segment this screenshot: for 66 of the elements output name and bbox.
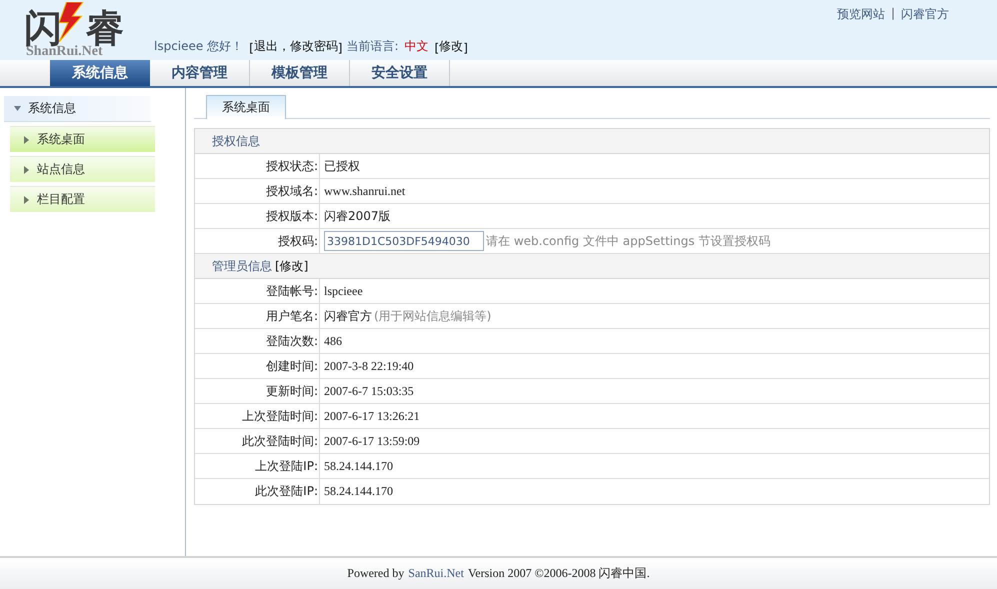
nav-tab[interactable]: 内容管理 — [150, 60, 250, 86]
field-value: www.shanrui.net — [324, 184, 406, 198]
field-value: 已授权 — [324, 158, 360, 174]
header-text: lspcieee 您好！ — [154, 38, 244, 55]
sidebar-item[interactable]: 站点信息 — [10, 156, 155, 182]
field-label: 授权版本: — [195, 204, 320, 228]
separator-text: | — [890, 6, 895, 22]
field-value: 2007-3-8 22:19:40 — [324, 358, 414, 374]
logo: 闪睿 ShanRui.Net — [22, 2, 122, 60]
footer-text: Version 2007 ©2006-2008 闪睿中国. — [468, 565, 650, 582]
content-tab[interactable]: 系统桌面 — [206, 95, 286, 119]
caret-right-icon — [24, 136, 29, 144]
field-label: 用户笔名: — [195, 304, 320, 328]
sidebar-title: 系统信息 — [28, 100, 76, 117]
top-link[interactable]: 闪睿官方 — [901, 6, 949, 23]
field-label: 此次登陆时间: — [195, 429, 320, 453]
field-value: 2007-6-7 15:03:35 — [324, 384, 414, 398]
sidebar-header[interactable]: 系统信息 — [4, 96, 151, 122]
top-link[interactable]: 预览网站 — [836, 6, 885, 23]
field-value: 58.24.144.170 — [324, 484, 393, 499]
header-text: ， — [278, 38, 290, 55]
field-value: lspcieee — [324, 284, 363, 298]
field-label: 授权状态: — [195, 154, 320, 178]
caret-right-icon — [24, 196, 29, 204]
field-label: 创建时间: — [195, 354, 320, 378]
sidebar-item-label: 系统桌面 — [37, 131, 85, 148]
field-value: 486 — [324, 334, 342, 348]
section-title: 管理员信息 — [212, 258, 272, 274]
license-code-field[interactable]: 33981D1C503DF5494030 — [324, 231, 484, 251]
field-label: 授权码: — [195, 229, 320, 253]
footer-link[interactable]: SanRui.Net — [408, 566, 464, 581]
header-text: 当前语言: — [346, 38, 399, 55]
nav-tab[interactable]: 系统信息 — [50, 60, 150, 86]
field-value: 闪睿官方 — [324, 308, 372, 324]
header-text: ] — [463, 41, 468, 55]
sidebar-item[interactable]: 系统桌面 — [10, 126, 155, 152]
field-note: 请在 web.config 文件中 appSettings 节设置授权码 — [486, 232, 770, 250]
caret-right-icon — [24, 166, 29, 174]
sidebar-item-label: 站点信息 — [37, 161, 85, 178]
field-value: 2007-6-17 13:59:09 — [324, 434, 420, 448]
field-value: 2007-6-17 13:26:21 — [324, 408, 420, 424]
footer-text: Powered by — [347, 566, 404, 581]
field-label: 登陆帐号: — [195, 279, 320, 303]
edit-link[interactable]: [修改] — [275, 258, 308, 274]
nav-tab[interactable]: 安全设置 — [350, 60, 450, 86]
field-label: 授权域名: — [195, 179, 320, 203]
sidebar-item-label: 栏目配置 — [37, 191, 85, 208]
field-label: 上次登陆IP: — [195, 454, 320, 478]
field-label: 更新时间: — [195, 379, 320, 403]
nav-tab[interactable]: 模板管理 — [250, 60, 350, 86]
header-text: [ — [249, 41, 254, 55]
caret-down-icon — [14, 106, 21, 111]
language-value: 中文 — [404, 38, 429, 55]
header-text: ] — [338, 41, 342, 55]
sidebar-item[interactable]: 栏目配置 — [10, 186, 155, 212]
field-label: 上次登陆时间: — [195, 404, 320, 428]
field-note: (用于网站信息编辑等) — [374, 308, 492, 324]
field-value: 闪睿2007版 — [324, 208, 391, 224]
header-link[interactable]: 修改密码 — [290, 38, 338, 55]
field-label: 此次登陆IP: — [195, 479, 320, 504]
header-link[interactable]: 修改 — [439, 38, 464, 55]
header-text: [ — [434, 41, 440, 55]
field-value: 58.24.144.170 — [324, 458, 393, 474]
header-link[interactable]: 退出 — [254, 38, 278, 55]
field-label: 登陆次数: — [195, 329, 320, 353]
section-title: 授权信息 — [212, 132, 260, 150]
